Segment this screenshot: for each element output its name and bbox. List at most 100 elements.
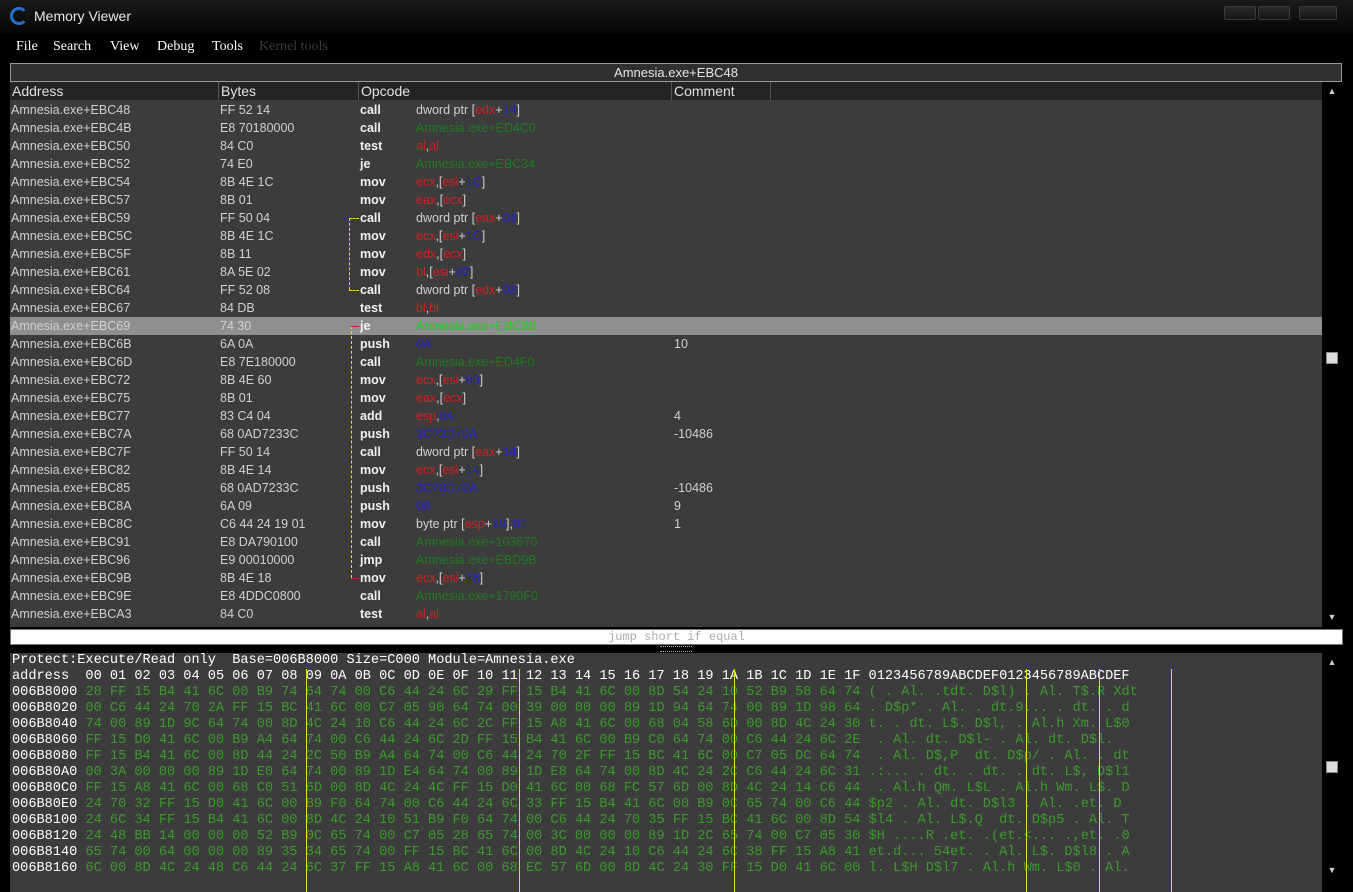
disasm-row[interactable]: Amnesia.exe+EBC75 8B 01 mov eax,[ecx] bbox=[10, 389, 1322, 407]
disasm-row[interactable]: Amnesia.exe+EBC57 8B 01 mov eax,[ecx] bbox=[10, 191, 1322, 209]
disasm-row[interactable]: Amnesia.exe+EBC9E E8 4DDC0800 call Amnesia.… bbox=[10, 587, 1322, 605]
operand-part: ], bbox=[506, 517, 513, 531]
jump-arrow-line-selected bbox=[351, 326, 352, 578]
column-header-bytes[interactable]: Bytes bbox=[219, 82, 359, 100]
hex-row-address: 006B80C0 bbox=[12, 781, 78, 796]
column-header-comment[interactable]: Comment bbox=[672, 82, 771, 100]
row-operands: Amnesia.exe+ED4C0 bbox=[416, 119, 536, 137]
row-address: Amnesia.exe+EBC50 bbox=[11, 139, 131, 153]
row-address: Amnesia.exe+EBC77 bbox=[11, 409, 131, 423]
operand-part: 3C23D70A bbox=[416, 427, 478, 441]
disasm-row[interactable]: Amnesia.exe+EBC7F FF 50 14 call dword ptr [… bbox=[10, 443, 1322, 461]
operand-part: bl bbox=[416, 301, 426, 315]
disasm-row[interactable]: Amnesia.exe+EBC8C C6 44 24 19 01 mov byte p… bbox=[10, 515, 1322, 533]
disasm-row[interactable]: Amnesia.exe+EBC6B 6A 0A push 0A 10 bbox=[10, 335, 1322, 353]
hex-row[interactable]: 006B8140 65 74 00 64 00 00 00 89 35 34 6… bbox=[12, 845, 1130, 861]
disasm-row[interactable]: Amnesia.exe+EBC50 84 C0 test al,al bbox=[10, 137, 1322, 155]
operand-part: ecx bbox=[416, 175, 436, 189]
column-header-opcode[interactable]: Opcode bbox=[359, 82, 672, 100]
operand-part: 09 bbox=[416, 499, 430, 513]
hex-view[interactable]: Protect:Execute/Read only Base=006B8000 … bbox=[10, 653, 1322, 892]
disasm-row[interactable]: Amnesia.exe+EBC72 8B 4E 60 mov ecx,[esi+60] bbox=[10, 371, 1322, 389]
disasm-row[interactable]: Amnesia.exe+EBC91 E8 DA790100 call Amnesia.… bbox=[10, 533, 1322, 551]
row-bytes: 8B 4E 1C bbox=[220, 175, 274, 189]
disasm-row[interactable]: Amnesia.exe+EBC61 8A 5E 02 mov bl,[esi+02] bbox=[10, 263, 1322, 281]
window-title: Memory Viewer bbox=[34, 8, 131, 24]
operand-part: 04 bbox=[439, 409, 454, 423]
menu-file[interactable]: File bbox=[16, 39, 38, 55]
operand-part: edx bbox=[416, 247, 437, 261]
hex-row[interactable]: 006B80E0 24 70 32 FF 15 D0 41 6C 00 B9 F… bbox=[12, 797, 1121, 813]
disassembler-scrollbar[interactable]: ▲ ▼ bbox=[1323, 82, 1341, 627]
hex-row[interactable]: 006B8120 24 48 BB 14 00 00 00 52 B9 0C 6… bbox=[12, 829, 1130, 845]
hex-row[interactable]: 006B8020 00 C6 44 24 70 2A FF 15 BC 41 6… bbox=[12, 701, 1130, 717]
disasm-row[interactable]: Amnesia.exe+EBC54 8B 4E 1C mov ecx,[esi+1C] bbox=[10, 173, 1322, 191]
hex-row[interactable]: 006B8080 FF 15 B4 41 6C 00 8D 44 24 2C 5… bbox=[12, 749, 1130, 765]
disasm-row[interactable]: Amnesia.exe+EBC96 E9 00010000 jmp Amnesia.e… bbox=[10, 551, 1322, 569]
hex-scrollbar[interactable]: ▲ ▼ bbox=[1323, 653, 1341, 892]
menu-tools[interactable]: Tools bbox=[212, 39, 243, 55]
scroll-down-icon[interactable]: ▼ bbox=[1325, 612, 1339, 622]
hex-row-bytes: 28 FF 15 B4 41 6C 00 B9 74 64 74 00 C6 4… bbox=[85, 685, 861, 700]
row-operands: Amnesia.exe+EBD9B bbox=[416, 551, 537, 569]
hex-row[interactable]: 006B8100 24 6C 34 FF 15 B4 41 6C 00 8D 4… bbox=[12, 813, 1130, 829]
disasm-row[interactable]: Amnesia.exe+EBC82 8B 4E 14 mov ecx,[esi+14] bbox=[10, 461, 1322, 479]
row-mnemonic: push bbox=[360, 337, 390, 351]
hex-row[interactable]: 006B8060 FF 15 D0 41 6C 00 B9 A4 64 74 0… bbox=[12, 733, 1113, 749]
operand-part: edx bbox=[475, 103, 496, 117]
disassembler-view[interactable]: Address Bytes Opcode Comment Amnesia.exe… bbox=[10, 82, 1322, 627]
row-bytes: 74 30 bbox=[220, 319, 252, 333]
operand-part: ] bbox=[516, 103, 520, 117]
operand-part: 1C bbox=[465, 229, 482, 243]
row-address: Amnesia.exe+EBC72 bbox=[11, 373, 131, 387]
hex-row[interactable]: 006B80A0 00 3A 00 00 00 89 1D E0 64 74 0… bbox=[12, 765, 1130, 781]
row-bytes: E9 00010000 bbox=[220, 553, 295, 567]
panel-splitter[interactable] bbox=[660, 646, 692, 652]
row-operands: Amnesia.exe+ED4F0 bbox=[416, 353, 534, 371]
row-operands: dword ptr [eax+14] bbox=[416, 443, 520, 461]
disasm-row[interactable]: Amnesia.exe+EBC7A 68 0AD7233C push 3C23D70A… bbox=[10, 425, 1322, 443]
hex-row-ascii: t. . dt. L$. D$l, . Al.h Xm. L$0 bbox=[868, 717, 1130, 732]
maximize-button[interactable] bbox=[1258, 6, 1290, 20]
scroll-up-icon[interactable]: ▲ bbox=[1325, 86, 1339, 96]
disasm-row[interactable]: Amnesia.exe+EBC52 74 E0 je Amnesia.exe+EBC3… bbox=[10, 155, 1322, 173]
menu-debug[interactable]: Debug bbox=[157, 39, 194, 55]
disasm-row[interactable]: Amnesia.exe+EBC77 83 C4 04 add esp,04 4 bbox=[10, 407, 1322, 425]
hex-row[interactable]: 006B80C0 FF 15 A8 41 6C 00 68 C0 51 6D 0… bbox=[12, 781, 1130, 797]
row-address: Amnesia.exe+EBC48 bbox=[11, 103, 131, 117]
row-address: Amnesia.exe+EBC67 bbox=[11, 301, 131, 315]
disasm-row[interactable]: Amnesia.exe+EBC67 84 DB test bl,bl bbox=[10, 299, 1322, 317]
disasm-row[interactable]: Amnesia.exe+EBC5F 8B 11 mov edx,[ecx] bbox=[10, 245, 1322, 263]
column-header-address[interactable]: Address bbox=[10, 82, 219, 100]
scroll-thumb[interactable] bbox=[1326, 761, 1338, 773]
disasm-row[interactable]: Amnesia.exe+EBC64 FF 52 08 call dword ptr [… bbox=[10, 281, 1322, 299]
operand-part: + bbox=[458, 463, 466, 477]
disasm-row[interactable]: Amnesia.exe+EBCA3 84 C0 test al,al bbox=[10, 605, 1322, 623]
disasm-row-selected[interactable]: Amnesia.exe+EBC69 74 30 je Amnesia.exe+EBC9… bbox=[10, 317, 1322, 335]
disasm-row[interactable]: Amnesia.exe+EBC85 68 0AD7233C push 3C23D70A… bbox=[10, 479, 1322, 497]
hex-row[interactable]: 006B8160 6C 00 8D 4C 24 48 C6 44 24 6C 3… bbox=[12, 861, 1130, 877]
hex-row[interactable]: 006B8000 28 FF 15 B4 41 6C 00 B9 74 64 7… bbox=[12, 685, 1138, 701]
row-operands: dword ptr [edx+14] bbox=[416, 101, 520, 119]
disasm-row[interactable]: Amnesia.exe+EBC6D E8 7E180000 call Amnesia.… bbox=[10, 353, 1322, 371]
disasm-row[interactable]: Amnesia.exe+EBC48 FF 52 14 call dword ptr [… bbox=[10, 101, 1322, 119]
disasm-row[interactable]: Amnesia.exe+EBC59 FF 50 04 call dword ptr [… bbox=[10, 209, 1322, 227]
row-bytes: 8B 01 bbox=[220, 193, 253, 207]
scroll-up-icon[interactable]: ▲ bbox=[1325, 657, 1339, 667]
hex-row-bytes: FF 15 A8 41 6C 00 68 C0 51 6D 00 8D 4C 2… bbox=[85, 781, 861, 796]
menu-view[interactable]: View bbox=[110, 39, 139, 55]
row-operands: Amnesia.exe+EBC34 bbox=[416, 155, 535, 173]
scroll-down-icon[interactable]: ▼ bbox=[1325, 865, 1339, 875]
disasm-row[interactable]: Amnesia.exe+EBC9B 8B 4E 18 mov ecx,[esi+18] bbox=[10, 569, 1322, 587]
scroll-thumb[interactable] bbox=[1326, 352, 1338, 364]
hex-row[interactable]: 006B8040 74 00 89 1D 9C 64 74 00 8D 4C 2… bbox=[12, 717, 1130, 733]
row-bytes: 84 C0 bbox=[220, 607, 254, 621]
minimize-button[interactable] bbox=[1224, 6, 1256, 20]
close-button[interactable] bbox=[1299, 6, 1337, 20]
disasm-row[interactable]: Amnesia.exe+EBC8A 6A 09 push 09 9 bbox=[10, 497, 1322, 515]
memory-region-info: Protect:Execute/Read only Base=006B8000 … bbox=[12, 653, 575, 668]
menu-search[interactable]: Search bbox=[53, 39, 91, 55]
current-address-bar[interactable]: Amnesia.exe+EBC48 bbox=[10, 63, 1342, 82]
disasm-row[interactable]: Amnesia.exe+EBC5C 8B 4E 1C mov ecx,[esi+1C] bbox=[10, 227, 1322, 245]
disasm-row[interactable]: Amnesia.exe+EBC4B E8 70180000 call Amnesia.… bbox=[10, 119, 1322, 137]
